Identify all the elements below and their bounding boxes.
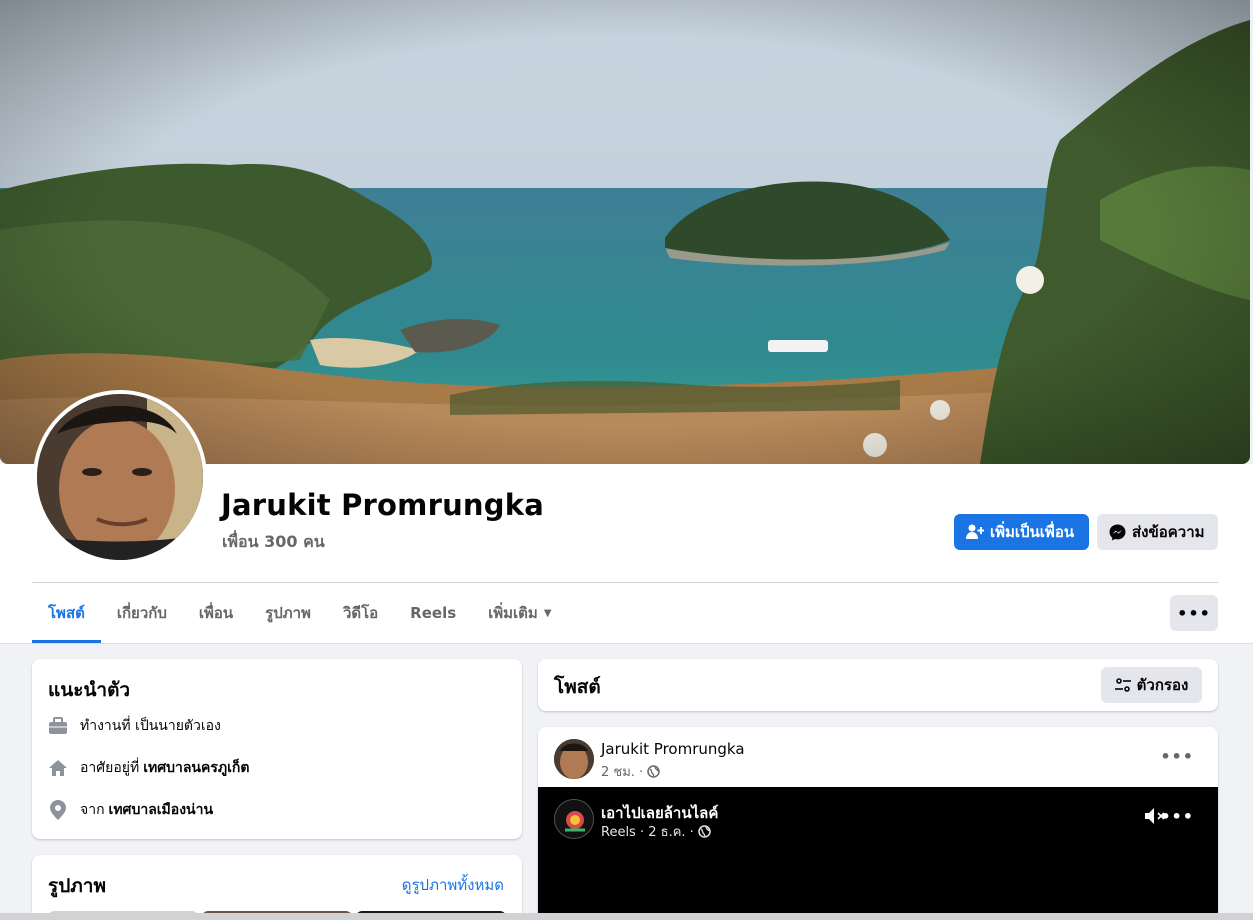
intro-card: แนะนำตัว ทำงานที่ เป็นนายตัวเอง อาศัยอยู… [32, 659, 522, 839]
reel-meta: Reels · 2 ธ.ค. · [601, 821, 711, 842]
cover-photo[interactable] [0, 0, 1250, 464]
tab-label: เพื่อน [198, 604, 234, 622]
intro-lives-prefix: อาศัยอยู่ที่ [80, 760, 140, 776]
filter-label: ตัวกรอง [1136, 676, 1189, 694]
tab-label: รูปภาพ [265, 604, 311, 622]
post-meta: 2 ชม. · [601, 761, 660, 782]
photos-title: รูปภาพ [48, 875, 106, 897]
tab-reels[interactable]: Reels [394, 583, 472, 643]
friends-count[interactable]: เพื่อน 300 คน [222, 530, 325, 555]
tab-photos[interactable]: รูปภาพ [249, 583, 327, 643]
profile-photo-image [37, 394, 203, 560]
tab-label: เพิ่มเติม [488, 604, 538, 622]
post-author-name[interactable]: Jarukit Promrungka [601, 740, 745, 758]
intro-work-text: ทำงานที่ เป็นนายตัวเอง [80, 718, 221, 734]
reel-meta-text[interactable]: Reels · 2 ธ.ค. · [601, 821, 694, 842]
reel-video[interactable]: เอาไปเลยล้านไลค์ Reels · 2 ธ.ค. · ••• [538, 787, 1218, 920]
location-pin-icon [48, 800, 68, 820]
post-card: Jarukit Promrungka 2 ชม. · ••• เอาไปเลยล… [538, 727, 1218, 920]
filter-icon [1114, 678, 1131, 692]
profile-avatar[interactable] [33, 390, 207, 564]
tab-about[interactable]: เกี่ยวกับ [101, 583, 183, 643]
tab-more[interactable]: เพิ่มเติม ▼ [472, 583, 567, 643]
intro-from-prefix: จาก [80, 802, 105, 818]
caret-down-icon: ▼ [543, 607, 552, 619]
cover-landscape-image [0, 0, 1250, 464]
message-button[interactable]: ส่งข้อความ [1097, 514, 1218, 550]
tab-videos[interactable]: วิดีโอ [327, 583, 394, 643]
tab-label: เกี่ยวกับ [116, 604, 167, 622]
intro-title: แนะนำตัว [48, 679, 131, 701]
add-friend-button[interactable]: เพิ่มเป็นเพื่อน [954, 514, 1089, 550]
messenger-icon [1109, 524, 1126, 540]
tab-friends[interactable]: เพื่อน [183, 583, 249, 643]
post-author-avatar[interactable] [554, 739, 594, 779]
intro-lives-value[interactable]: เทศบาลนครภูเก็ต [143, 757, 249, 779]
filter-button[interactable]: ตัวกรอง [1101, 667, 1202, 703]
reel-options-button[interactable]: ••• [1160, 807, 1194, 826]
see-all-photos-link[interactable]: ดูรูปภาพทั้งหมด [402, 873, 504, 897]
home-icon [48, 758, 68, 778]
message-label: ส่งข้อความ [1132, 523, 1205, 541]
globe-icon [647, 765, 660, 778]
add-friend-label: เพิ่มเป็นเพื่อน [990, 523, 1075, 541]
add-friend-icon [966, 524, 984, 539]
intro-from: จาก เทศบาลเมืองน่าน [48, 799, 213, 821]
intro-lives: อาศัยอยู่ที่ เทศบาลนครภูเก็ต [48, 757, 249, 779]
profile-more-button[interactable]: ••• [1170, 595, 1218, 631]
reel-avatar[interactable] [554, 799, 594, 839]
posts-header-card: โพสต์ ตัวกรอง [538, 659, 1218, 711]
tab-label: โพสต์ [48, 604, 85, 622]
profile-tabs: โพสต์ เกี่ยวกับ เพื่อน รูปภาพ วิดีโอ Ree… [32, 583, 568, 643]
horizontal-scrollbar[interactable] [0, 913, 1253, 920]
photos-card: รูปภาพ ดูรูปภาพทั้งหมด [32, 855, 522, 920]
tab-label: วิดีโอ [342, 604, 379, 622]
briefcase-icon [48, 716, 68, 736]
posts-title: โพสต์ [554, 676, 601, 698]
post-options-button[interactable]: ••• [1160, 747, 1194, 766]
profile-name: Jarukit Promrungka [221, 488, 544, 522]
tab-posts[interactable]: โพสต์ [32, 583, 101, 643]
intro-work: ทำงานที่ เป็นนายตัวเอง [48, 715, 221, 737]
tab-label: Reels [410, 604, 457, 622]
globe-icon [698, 825, 711, 838]
post-time[interactable]: 2 ชม. · [601, 761, 643, 782]
intro-from-value[interactable]: เทศบาลเมืองน่าน [109, 799, 214, 821]
